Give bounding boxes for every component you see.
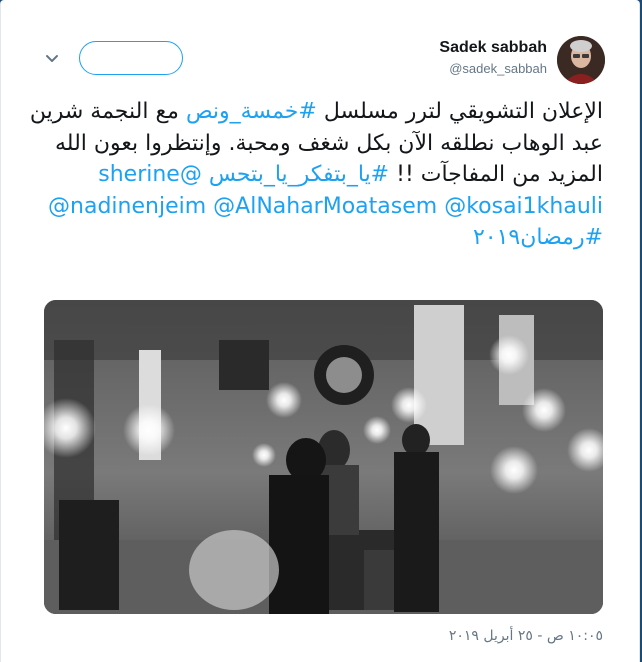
user-handle[interactable]: @sadek_sabbah — [439, 60, 547, 78]
avatar[interactable] — [557, 36, 605, 84]
tweet-text: الإعلان التشويقي لترر مسلسل #خمسة_ونص مع… — [21, 96, 603, 254]
tweet-text-part — [202, 162, 209, 187]
user-info[interactable]: Sadek sabbah @sadek_sabbah — [439, 38, 547, 78]
tweet-media-photo[interactable] — [44, 300, 603, 614]
chevron-down-icon-glyph — [46, 55, 58, 62]
hashtag-link[interactable]: #يا_بتفكر_يا_بتحس — [209, 162, 389, 187]
mention-link[interactable]: @AlNaharMoatasem — [213, 194, 437, 219]
mention-link[interactable]: @nadinenjeim — [48, 194, 206, 219]
video-set-photo — [44, 300, 603, 614]
mention-link[interactable]: @kosai1khauli — [444, 194, 603, 219]
mention-link[interactable]: @sherine — [98, 162, 202, 187]
tweet-text-part: الإعلان التشويقي لترر مسلسل — [316, 99, 603, 124]
display-name[interactable]: Sadek sabbah — [439, 38, 547, 58]
chevron-down-icon[interactable] — [41, 48, 63, 70]
tweet-header: Sadek sabbah @sadek_sabbah — [1, 0, 641, 90]
follow-button[interactable] — [79, 41, 183, 75]
tweet-timestamp[interactable]: ١٠:٠٥ ص - ٢٥ أبريل ٢٠١٩ — [21, 628, 603, 644]
avatar-image — [557, 36, 605, 84]
hashtag-link[interactable]: #رمضان٢٠١٩ — [473, 225, 603, 250]
tweet-card: Sadek sabbah @sadek_sabbah الإعلان التشو… — [0, 0, 640, 662]
hashtag-link[interactable]: #خمسة_ونص — [186, 99, 317, 124]
